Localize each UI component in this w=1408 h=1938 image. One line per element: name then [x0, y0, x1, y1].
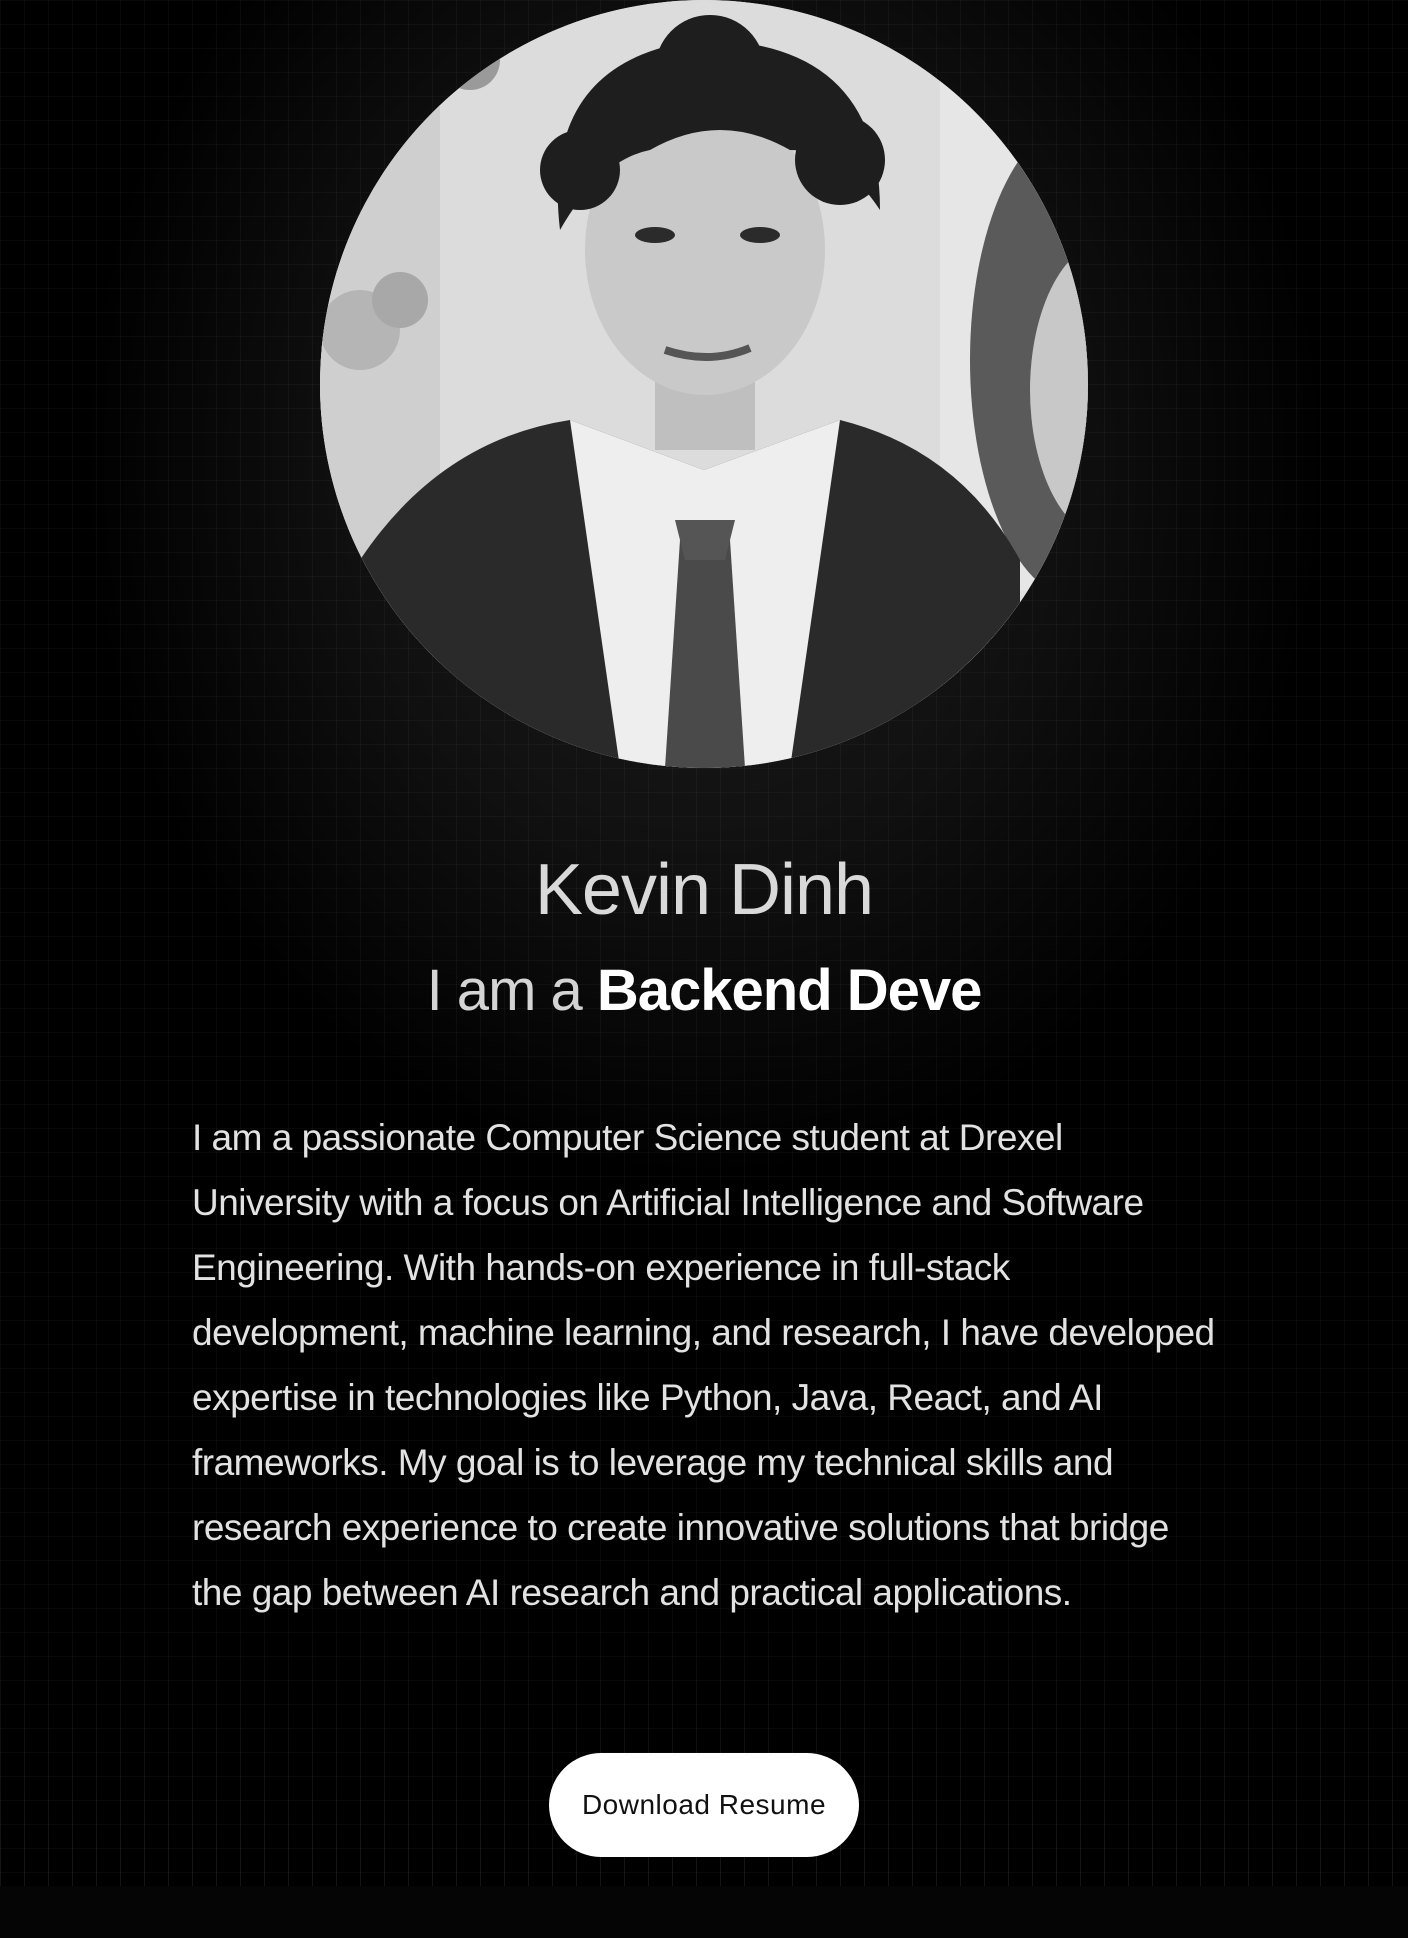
page: Kevin Dinh I am a Backend Deve I am a pa… [0, 0, 1408, 1938]
bottom-strip [0, 1886, 1408, 1938]
tagline-prefix: I am a [426, 958, 583, 1023]
avatar-photo [320, 0, 1088, 768]
avatar [320, 0, 1088, 768]
tagline-role: Backend Deve [596, 958, 983, 1023]
tagline: I am a Backend Deve [0, 956, 1408, 1026]
bio-paragraph: I am a passionate Computer Science stude… [192, 1117, 1215, 1613]
download-resume-button[interactable]: Download Resume [549, 1753, 859, 1857]
profile-name: Kevin Dinh [534, 850, 874, 930]
